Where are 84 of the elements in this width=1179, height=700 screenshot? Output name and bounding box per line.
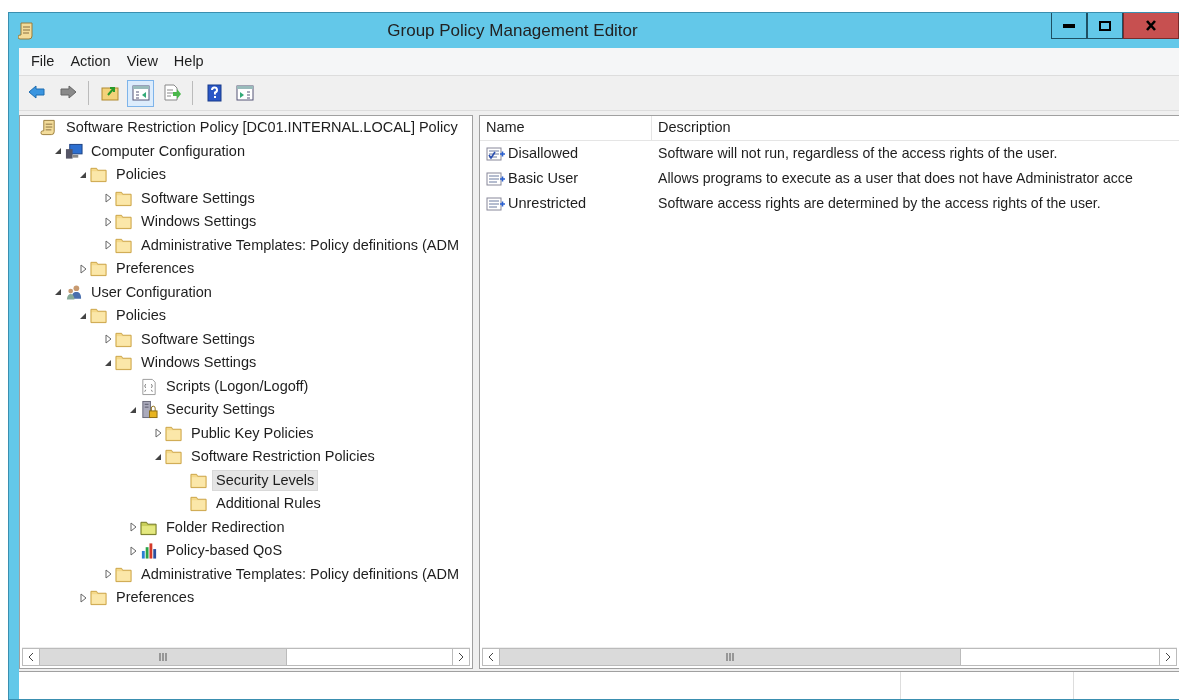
tree-item[interactable]: Software Restriction Policy [DC01.INTERNAL.LOCAL] Policy xyxy=(62,117,462,139)
menu-item[interactable]: Action xyxy=(62,48,119,75)
tree-item[interactable]: Additional Rules xyxy=(212,493,325,515)
computer-icon xyxy=(65,141,83,161)
minimize-icon xyxy=(1063,23,1075,28)
tree-item[interactable]: Scripts (Logon/Logoff) xyxy=(162,375,313,397)
tree-item[interactable]: Windows Settings xyxy=(137,211,261,233)
tree-item[interactable]: Administrative Templates: Policy definitions (ADM xyxy=(137,563,464,585)
collapse-arrow-icon[interactable] xyxy=(54,288,62,297)
description-text: Software will not run, regardless of the access rights of the user. xyxy=(657,143,1058,163)
collapse-arrow-icon[interactable] xyxy=(104,358,112,367)
description-text: Allows programs to execute as a user that does not have Administrator acce xyxy=(657,168,1133,188)
tree-item[interactable]: Security Levels xyxy=(212,469,319,491)
expand-arrow-icon[interactable] xyxy=(104,193,112,204)
tree-item[interactable]: Folder Redirection xyxy=(162,516,289,538)
grip-icon xyxy=(159,653,168,661)
window-title: Group Policy Management Editor xyxy=(386,19,639,42)
minimize-button[interactable] xyxy=(1051,13,1087,39)
scroll-left-icon[interactable] xyxy=(28,652,34,662)
column-header[interactable]: Description xyxy=(652,116,1179,140)
tree-item[interactable]: Preferences xyxy=(112,587,199,609)
server-lock-icon xyxy=(140,400,158,420)
scroll-left-icon[interactable] xyxy=(488,652,494,662)
expand-arrow-icon[interactable] xyxy=(104,334,112,345)
menu-item[interactable]: View xyxy=(118,48,166,75)
folder-icon xyxy=(90,306,108,326)
column-header[interactable]: Name xyxy=(480,116,652,140)
expand-arrow-icon[interactable] xyxy=(79,592,87,603)
tree-pane-icon xyxy=(130,83,151,103)
folder-icon xyxy=(165,447,183,467)
tree-item[interactable]: User Configuration xyxy=(87,281,216,303)
maximize-button[interactable] xyxy=(1087,13,1123,39)
maximize-icon xyxy=(1099,20,1111,31)
description-text: Software access rights are determined by the access rights of the user. xyxy=(657,193,1101,213)
close-icon xyxy=(1145,20,1157,31)
folder-icon xyxy=(90,259,108,279)
tree-item[interactable]: Software Settings xyxy=(137,187,259,209)
collapse-arrow-icon[interactable] xyxy=(79,170,87,179)
expand-arrow-icon[interactable] xyxy=(129,522,137,533)
tree-item[interactable]: Preferences xyxy=(112,258,199,280)
tree-item[interactable]: Software Restriction Policies xyxy=(187,446,379,468)
list-item-name[interactable]: Basic User xyxy=(508,167,579,190)
expand-arrow-icon[interactable] xyxy=(154,428,162,439)
folder-icon xyxy=(115,353,133,373)
bar-chart-icon xyxy=(140,541,158,561)
export-list-icon xyxy=(161,83,182,103)
expand-arrow-icon[interactable] xyxy=(129,545,137,556)
collapse-arrow-icon[interactable] xyxy=(154,452,162,461)
folder-icon xyxy=(190,494,208,514)
expand-arrow-icon[interactable] xyxy=(104,240,112,251)
script-icon xyxy=(140,376,158,396)
tree-item[interactable]: Administrative Templates: Policy definitions (ADM xyxy=(137,234,464,256)
close-button[interactable] xyxy=(1123,13,1179,39)
tree-item[interactable]: Security Settings xyxy=(162,399,279,421)
scroll-right-icon[interactable] xyxy=(458,652,464,662)
list-item-name[interactable]: Unrestricted xyxy=(508,192,587,215)
scroll-icon xyxy=(40,118,58,138)
collapse-arrow-icon[interactable] xyxy=(129,405,137,414)
tree-pane-button[interactable] xyxy=(127,79,154,107)
action-pane-icon xyxy=(234,83,255,103)
grip-icon xyxy=(726,653,735,661)
expand-arrow-icon[interactable] xyxy=(104,216,112,227)
collapse-arrow-icon[interactable] xyxy=(79,311,87,320)
folder-icon xyxy=(115,212,133,232)
horizontal-scrollbar[interactable] xyxy=(482,647,1177,666)
horizontal-scrollbar[interactable] xyxy=(22,647,470,666)
menu-item[interactable]: Help xyxy=(165,48,212,75)
tree-item[interactable]: Software Settings xyxy=(137,328,259,350)
menu-item[interactable]: File xyxy=(23,48,63,75)
scroll-icon xyxy=(18,21,34,40)
tree-item[interactable]: Public Key Policies xyxy=(187,422,318,444)
list-item-name[interactable]: Disallowed xyxy=(508,142,579,165)
folder-icon xyxy=(90,165,108,185)
tree-item[interactable]: Windows Settings xyxy=(137,352,261,374)
tree-item[interactable]: Computer Configuration xyxy=(87,140,249,162)
tree-item[interactable]: Policies xyxy=(112,305,170,327)
tree-item[interactable]: Policy-based QoS xyxy=(162,540,287,562)
scroll-right-icon[interactable] xyxy=(1165,652,1171,662)
collapse-arrow-icon[interactable] xyxy=(54,147,62,156)
expand-arrow-icon[interactable] xyxy=(79,263,87,274)
tree-item[interactable]: Policies xyxy=(112,164,170,186)
users-icon xyxy=(65,282,83,302)
folder-icon xyxy=(90,588,108,608)
expand-arrow-icon[interactable] xyxy=(104,569,112,580)
